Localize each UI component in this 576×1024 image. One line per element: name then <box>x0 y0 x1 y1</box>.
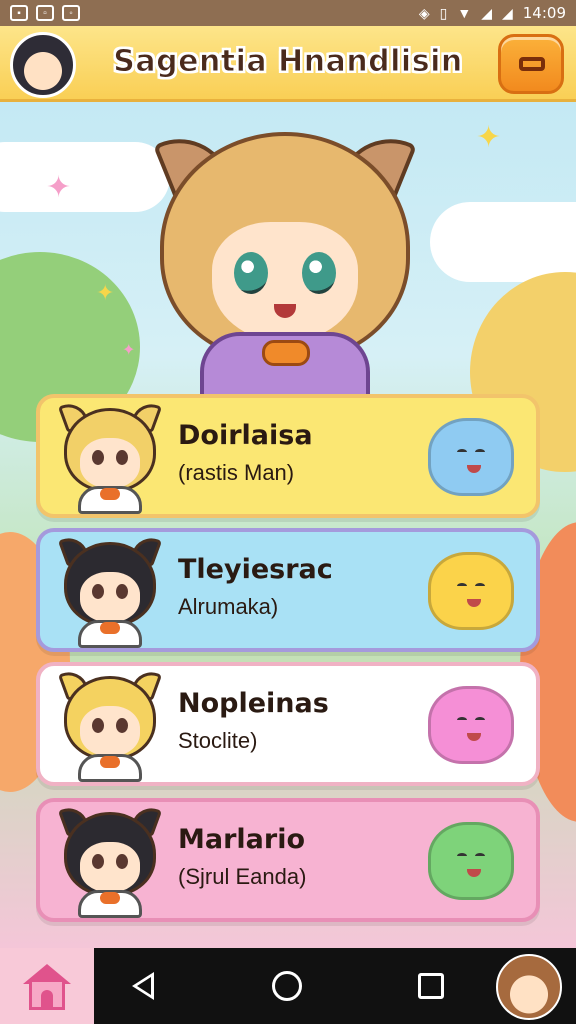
portrait-face <box>80 438 140 488</box>
status-time: 14:09 <box>522 4 566 22</box>
character-subtitle: (rastis Man) <box>178 460 295 485</box>
character-subtitle: (Sjrul Eanda) <box>178 864 307 889</box>
signal-icon: ◢ <box>481 4 492 21</box>
character-portrait <box>56 532 164 648</box>
character-card[interactable]: Tleyiesrac Alrumaka) <box>36 528 540 652</box>
image-icon: ▫ <box>36 5 54 21</box>
home-circle-icon[interactable] <box>272 971 302 1001</box>
sparkle-icon: ✦ <box>122 342 136 359</box>
sparkle-icon: ✦ <box>96 280 115 305</box>
portrait-face <box>80 842 140 892</box>
sparkle-icon: ✦ <box>476 121 502 154</box>
blue-blob-pet-icon <box>428 418 514 496</box>
character-portrait <box>56 398 164 514</box>
character-card[interactable]: Doirlaisa (rastis Man) <box>36 394 540 518</box>
character-subtitle: Alrumaka) <box>178 594 279 619</box>
portrait-bow <box>100 756 120 768</box>
page-title: Sagentia Hnandlisin <box>113 44 463 80</box>
portrait-bow <box>100 892 120 904</box>
portrait-face <box>80 572 140 622</box>
hero-eye <box>234 252 268 294</box>
home-icon <box>23 964 71 1010</box>
hero-eye <box>302 252 336 294</box>
yellow-blob-pet-icon <box>428 552 514 630</box>
portrait-bow <box>100 622 120 634</box>
hero-bow <box>262 340 310 366</box>
cloud-decoration <box>0 142 170 212</box>
recents-icon[interactable] <box>418 973 444 999</box>
character-portrait <box>56 666 164 782</box>
profile-avatar-icon[interactable] <box>496 954 562 1020</box>
pink-blob-pet-icon <box>428 686 514 764</box>
hero-face <box>212 222 358 342</box>
portrait-face <box>80 706 140 756</box>
character-name: Tleyiesrac <box>178 554 333 585</box>
message-icon: ◦ <box>62 5 80 21</box>
hero-mouth <box>274 304 296 318</box>
character-name: Marlario <box>178 824 305 855</box>
status-bar: ▪ ▫ ◦ ◈ ▯ ▼ ◢ ◢ 14:09 <box>0 0 576 26</box>
character-card[interactable]: Nopleinas Stoclite) <box>36 662 540 786</box>
navigation-bar <box>0 948 576 1024</box>
character-subtitle: Stoclite) <box>178 728 258 753</box>
character-name: Doirlaisa <box>178 420 313 451</box>
sparkle-icon: ✦ <box>46 171 72 204</box>
home-tab[interactable] <box>0 948 94 1024</box>
wifi-icon: ▼ <box>457 5 472 21</box>
app-header: Sagentia Hnandlisin <box>0 26 576 102</box>
hero-character <box>150 112 420 412</box>
portrait-bow <box>100 488 120 500</box>
menu-button[interactable] <box>498 34 564 94</box>
character-name: Nopleinas <box>178 688 329 719</box>
sync-icon: ◈ <box>418 4 430 21</box>
character-card[interactable]: Marlario (Sjrul Eanda) <box>36 798 540 922</box>
green-blob-pet-icon <box>428 822 514 900</box>
character-portrait <box>56 802 164 918</box>
battery-saver-icon: ▯ <box>439 4 448 21</box>
back-icon[interactable] <box>132 972 154 1000</box>
notification-icon: ▪ <box>10 5 28 21</box>
menu-icon <box>519 57 545 71</box>
signal-icon: ◢ <box>501 4 513 21</box>
cloud-decoration <box>430 202 576 282</box>
